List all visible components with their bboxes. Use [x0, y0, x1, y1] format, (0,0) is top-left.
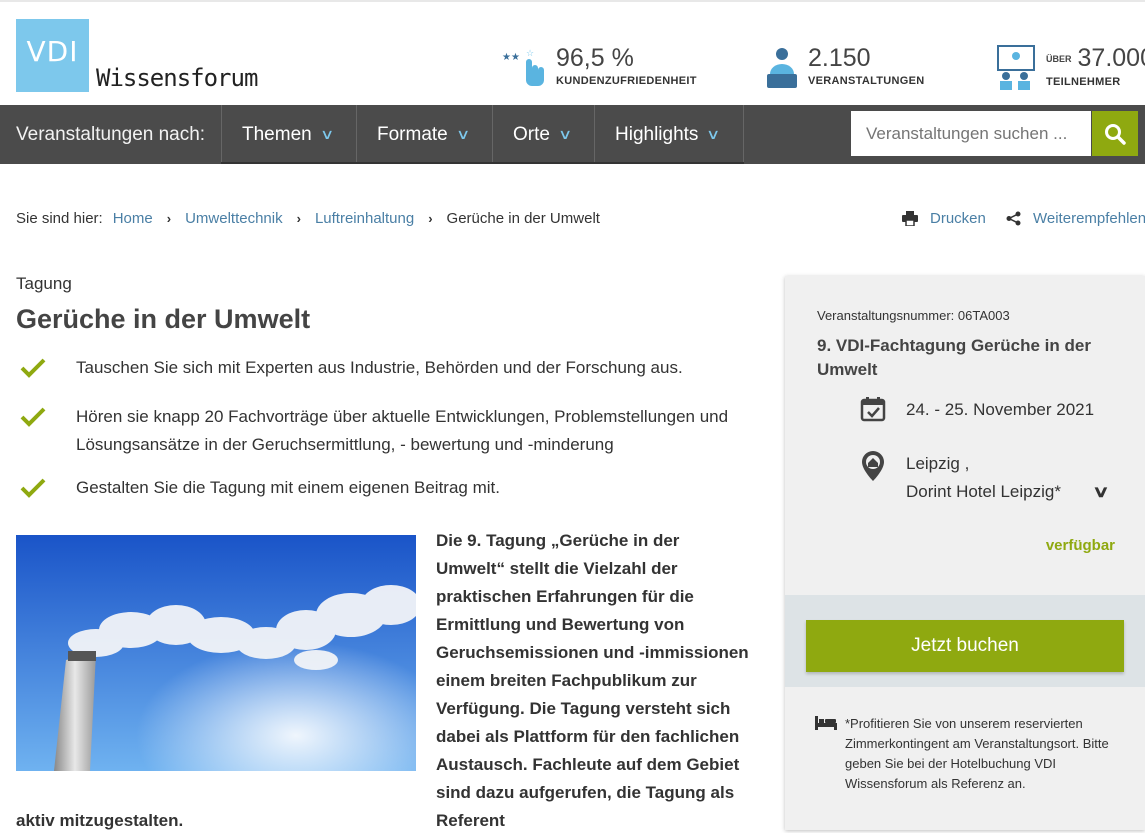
availability-status: verfügbar	[1045, 537, 1115, 554]
chevron-down-icon: ∨	[557, 126, 573, 142]
breadcrumb-umwelttechnik[interactable]: Umwelttechnik	[185, 210, 283, 227]
breadcrumb-prefix: Sie sind hier:	[16, 210, 103, 227]
event-date-row: 24. - 25. November 2021	[860, 396, 1094, 427]
chevron-right-icon: ›	[166, 211, 172, 226]
nav-item-label: Highlights	[615, 123, 699, 145]
checkmark-icon	[16, 354, 76, 388]
hotel-note: *Profitieren Sie von unserem reservierte…	[845, 716, 1109, 791]
location-pin-icon	[860, 450, 906, 487]
print-link[interactable]: Drucken	[902, 210, 986, 227]
stat-value: 37.000	[1077, 44, 1145, 72]
search-icon	[1105, 123, 1126, 145]
stat-label: VERANSTALTUNGEN	[808, 75, 925, 87]
stat-value: 96,5 %	[556, 44, 634, 72]
chevron-down-icon[interactable]: ∨	[1092, 482, 1110, 502]
nav-item-formate[interactable]: Formate ∨	[356, 105, 493, 164]
stat-value: 2.150	[808, 44, 871, 72]
nav-item-label: Orte	[513, 123, 550, 145]
site-header: VDI Wissensforum ★★ ☆ 96,5 % KUNDENZUFRI…	[0, 0, 1145, 105]
event-number: Veranstaltungsnummer: 06TA003	[817, 308, 1010, 323]
share-label: Weiterempfehlen	[1033, 210, 1145, 227]
booking-panel: Veranstaltungsnummer: 06TA003 9. VDI-Fac…	[785, 276, 1145, 830]
print-label: Drucken	[930, 210, 986, 227]
vdi-logo[interactable]: VDI	[16, 19, 89, 92]
breadcrumb-luftreinhaltung[interactable]: Luftreinhaltung	[315, 210, 414, 227]
event-kind: Tagung	[16, 274, 72, 293]
nav-item-themen[interactable]: Themen ∨	[221, 105, 357, 164]
share-link[interactable]: Weiterempfehlen	[1006, 210, 1145, 227]
printer-icon	[902, 211, 918, 226]
nav-item-highlights[interactable]: Highlights ∨	[594, 105, 744, 164]
chevron-right-icon: ›	[296, 211, 301, 226]
list-item-text: Hören sie knapp 20 Fachvorträge über akt…	[76, 407, 729, 454]
event-image	[16, 535, 416, 771]
event-description-tail: aktiv mitzugestalten.	[16, 811, 184, 830]
list-item: Gestalten Sie die Tagung mit einem eigen…	[16, 474, 736, 508]
stat-label: TEILNEHMER	[1046, 76, 1121, 89]
rating-hand-icon: ★★ ☆	[502, 49, 544, 86]
chevron-down-icon: ∨	[706, 126, 721, 142]
list-item-text: Tauschen Sie sich mit Experten aus Indus…	[76, 358, 683, 377]
book-now-button[interactable]: Jetzt buchen	[806, 620, 1124, 672]
event-description: Die 9. Tagung „Gerüche in der Umwelt“ st…	[436, 531, 749, 830]
svg-text:☆: ☆	[526, 49, 534, 59]
breadcrumb-current: Gerüche in der Umwelt	[446, 210, 600, 227]
share-icon	[1006, 211, 1021, 226]
breadcrumb: Sie sind hier: Home › Umwelttechnik › Lu…	[16, 210, 600, 227]
search-input[interactable]	[851, 111, 1091, 156]
stat-prefix: ÜBER	[1046, 54, 1072, 65]
nav-item-orte[interactable]: Orte ∨	[492, 105, 595, 164]
stat-participants: ÜBER 37.000 TEILNEHMER	[996, 44, 1145, 92]
brand-name[interactable]: Wissensforum	[96, 64, 258, 92]
chevron-down-icon: ∨	[455, 126, 471, 142]
benefit-list: Tauschen Sie sich mit Experten aus Indus…	[16, 354, 736, 523]
chevron-right-icon: ›	[428, 211, 433, 226]
checkmark-icon	[16, 403, 76, 459]
event-city: Leipzig ,	[906, 454, 970, 473]
search-button[interactable]	[1092, 111, 1138, 156]
breadcrumb-home[interactable]: Home	[113, 210, 153, 227]
audience-icon	[997, 45, 1035, 90]
nav-lead: Veranstaltungen nach:	[16, 124, 206, 145]
bed-icon	[815, 716, 837, 730]
stat-satisfaction: ★★ ☆ 96,5 % KUNDENZUFRIEDENHEIT	[500, 44, 697, 92]
calendar-icon	[860, 396, 906, 427]
presenter-icon	[767, 48, 797, 88]
nav-divider	[221, 162, 744, 164]
event-location-row[interactable]: Leipzig , Dorint Hotel Leipzig*	[860, 450, 1061, 506]
checkmark-icon	[16, 474, 76, 508]
svg-text:★★: ★★	[502, 52, 520, 63]
page-title: Gerüche in der Umwelt	[16, 304, 311, 334]
event-venue: Dorint Hotel Leipzig*	[906, 482, 1061, 501]
chevron-down-icon: ∨	[319, 126, 335, 142]
list-item-text: Gestalten Sie die Tagung mit einem eigen…	[76, 478, 500, 497]
nav-item-label: Themen	[242, 123, 312, 145]
event-date: 24. - 25. November 2021	[906, 400, 1095, 419]
list-item: Tauschen Sie sich mit Experten aus Indus…	[16, 354, 736, 388]
stat-events: 2.150 VERANSTALTUNGEN	[764, 44, 925, 92]
nav-item-label: Formate	[377, 123, 448, 145]
stat-label: KUNDENZUFRIEDENHEIT	[556, 75, 697, 87]
event-title: 9. VDI-Fachtagung Gerüche in der Umwelt	[817, 336, 1091, 379]
list-item: Hören sie knapp 20 Fachvorträge über akt…	[16, 403, 736, 459]
